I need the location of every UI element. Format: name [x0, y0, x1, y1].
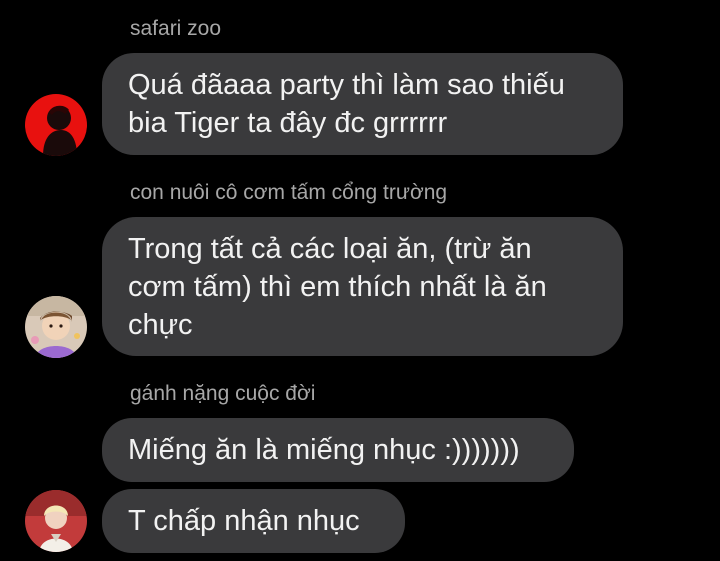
sender-name: con nuôi cô cơm tấm cổng trường [130, 181, 448, 204]
avatar[interactable] [25, 296, 87, 358]
message-bubble[interactable]: T chấp nhận nhục [102, 489, 405, 553]
cartoon-portrait-avatar-icon [25, 296, 87, 358]
avatar[interactable] [25, 94, 87, 156]
sender-name: gánh nặng cuộc đời [130, 382, 316, 405]
sender-name: safari zoo [130, 17, 222, 40]
message-bubble[interactable]: Miếng ăn là miếng nhục :))))))) [102, 418, 574, 482]
message-bubble[interactable]: Trong tất cả các loại ăn, (trừ ăn cơm tấ… [102, 217, 623, 356]
red-silhouette-avatar-icon [25, 94, 87, 156]
blond-portrait-avatar-icon [25, 490, 87, 552]
avatar[interactable] [25, 490, 87, 552]
message-bubble[interactable]: Quá đãaaa party thì làm sao thiếu bia Ti… [102, 53, 623, 155]
